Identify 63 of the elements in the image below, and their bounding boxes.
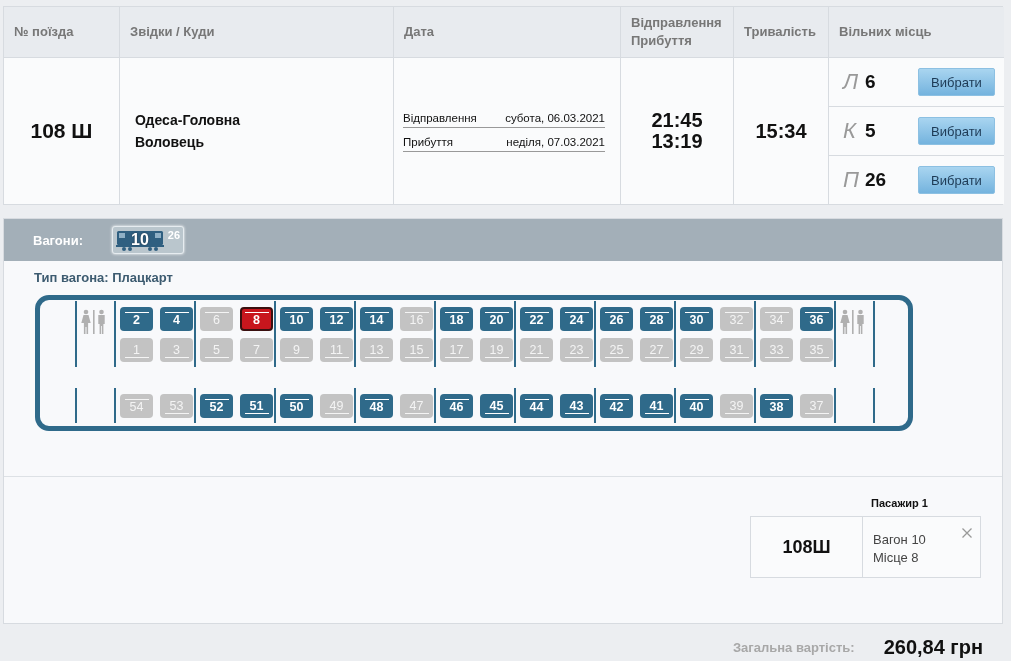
seat-button[interactable]: 40 (680, 394, 713, 418)
select-button[interactable]: Вибрати (918, 166, 995, 194)
seat-count: 5 (865, 120, 877, 142)
seat-button[interactable]: 18 (440, 307, 473, 331)
seat-count: 6 (865, 71, 877, 93)
ticket-seat: Місце 8 (873, 549, 952, 567)
total-amount: 260,84 грн (883, 636, 983, 659)
column-header: Дата (394, 7, 621, 58)
toilet-icon (80, 309, 108, 335)
seat-button[interactable]: 43 (560, 394, 593, 418)
class-letter: Л (843, 69, 860, 95)
seat-button[interactable]: 20 (480, 307, 513, 331)
wagons-label: Вагони: (33, 232, 83, 248)
class-letter: П (843, 167, 860, 193)
seat-count: 26 (865, 169, 888, 191)
select-button[interactable]: Вибрати (918, 117, 995, 145)
seat-button[interactable]: 8 (240, 307, 273, 331)
seat-button[interactable]: 4 (160, 307, 193, 331)
seat-button[interactable]: 38 (760, 394, 793, 418)
date-label: Відправлення (403, 112, 477, 124)
seat-button[interactable]: 2 (120, 307, 153, 331)
seat-button[interactable]: 22 (520, 307, 553, 331)
passenger-title: Пасажир 1 (871, 497, 929, 509)
date-label: Прибуття (403, 136, 453, 148)
duration: 15:34 (734, 58, 829, 204)
ticket-train-number: 108Ш (751, 517, 863, 577)
total-label: Загальна вартість: (732, 640, 855, 655)
date-value: неділя, 07.03.2021 (506, 136, 605, 148)
wagon-icon (116, 230, 164, 251)
seat-button[interactable]: 52 (200, 394, 233, 418)
class-letter: К (843, 118, 858, 144)
column-header: Звідки / Куди (120, 7, 394, 58)
toilet-icon (839, 309, 867, 335)
seat-button[interactable]: 24 (560, 307, 593, 331)
seat-button[interactable]: 10 (280, 307, 313, 331)
seat-button[interactable]: 12 (320, 307, 353, 331)
seat-button[interactable]: 50 (280, 394, 313, 418)
seat-button[interactable]: 45 (480, 394, 513, 418)
column-header: Вільних місць (829, 7, 1004, 58)
ticket-wagon: Вагон 10 (873, 531, 927, 549)
seat-button[interactable]: 26 (600, 307, 633, 331)
train-number: 108 Ш (4, 58, 120, 204)
close-icon[interactable] (962, 528, 972, 538)
wagon-type: Тип вагона: Плацкарт (33, 269, 174, 287)
seat-button[interactable]: 42 (600, 394, 633, 418)
station-to: Воловець (135, 133, 205, 152)
seat-button[interactable]: 28 (640, 307, 673, 331)
seat-button[interactable]: 46 (440, 394, 473, 418)
arrival-time: 13:19 (651, 131, 703, 152)
column-header: Тривалість (734, 7, 829, 58)
seat-button[interactable]: 48 (360, 394, 393, 418)
seat-button[interactable]: 30 (680, 307, 713, 331)
departure-time: 21:45 (651, 110, 703, 131)
seat-button[interactable]: 51 (240, 394, 273, 418)
column-header: Відправлення Прибуття (621, 7, 734, 58)
select-button[interactable]: Вибрати (918, 68, 995, 96)
station-from: Одеса-Головна (135, 111, 241, 130)
column-header: № поїзда (4, 7, 120, 58)
seat-button[interactable]: 36 (800, 307, 833, 331)
seat-button[interactable]: 44 (520, 394, 553, 418)
seat-button[interactable]: 14 (360, 307, 393, 331)
date-value: субота, 06.03.2021 (505, 112, 605, 124)
seat-button[interactable]: 41 (640, 394, 673, 418)
